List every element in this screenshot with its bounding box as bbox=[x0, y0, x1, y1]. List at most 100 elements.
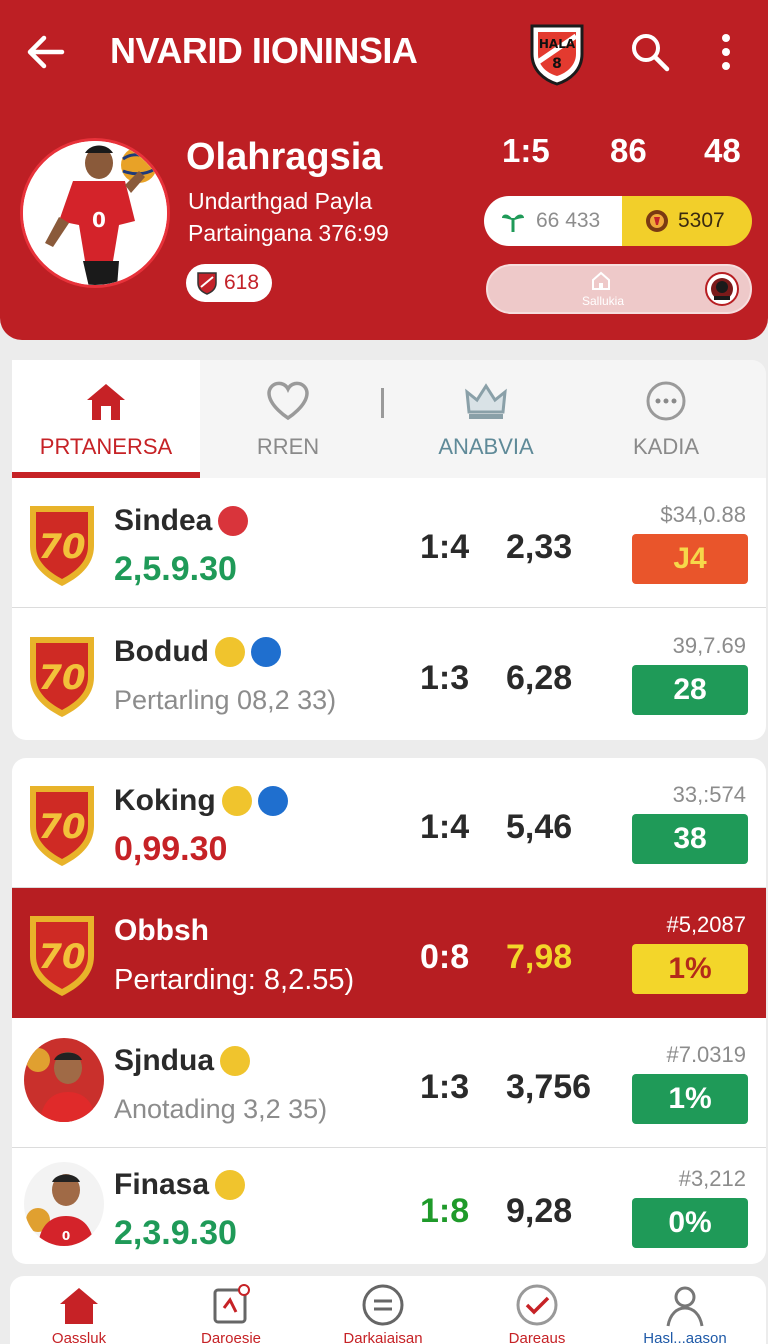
standings-list-top: 70 Sindea 2,5.9.30 1:4 2,33 $34,0.88 J4 … bbox=[12, 478, 766, 740]
user-icon bbox=[666, 1286, 704, 1327]
list-item[interactable]: 70 Sindea 2,5.9.30 1:4 2,33 $34,0.88 J4 bbox=[12, 478, 766, 608]
team-points: 2,3.9.30 bbox=[114, 1214, 237, 1252]
match-score: 1:4 bbox=[420, 808, 470, 846]
list-item[interactable]: Sjndua Anotading 3,2 35) 1:3 3,756 #7.03… bbox=[12, 1018, 766, 1148]
home-icon bbox=[60, 1288, 98, 1324]
team-name: Sindea bbox=[114, 504, 249, 538]
player-avatar bbox=[24, 1038, 104, 1122]
home-outline-icon bbox=[592, 271, 610, 290]
star-badge-icon bbox=[218, 506, 249, 536]
team-points: 0,99.30 bbox=[114, 830, 228, 868]
svg-text:70: 70 bbox=[38, 807, 85, 847]
tab-kadia[interactable]: KADIA bbox=[578, 360, 754, 478]
standings-list-bottom: 70 Koking 0,99.30 1:4 5,46 33,:574 38 70… bbox=[12, 758, 766, 1264]
team-name-label: Obbsh bbox=[114, 914, 209, 947]
percent-badge[interactable]: 1% bbox=[632, 1074, 748, 1124]
back-arrow-icon[interactable] bbox=[22, 28, 70, 76]
nav-label: Oassluk bbox=[51, 1330, 107, 1344]
profile-name: Olahragsia bbox=[186, 136, 383, 178]
balance-pill[interactable]: 66 433 bbox=[484, 196, 634, 246]
nav-item-dareaus[interactable]: Dareaus bbox=[462, 1282, 612, 1344]
app-title: NVARID IIONINSIA bbox=[110, 30, 418, 71]
match-score: 0:8 bbox=[420, 938, 470, 976]
team-name-label: Finasa bbox=[114, 1168, 210, 1201]
more-vertical-icon[interactable] bbox=[712, 28, 740, 76]
list-item[interactable]: 70 Bodud Pertarling 08,2 33) 1:3 6,28 39… bbox=[12, 609, 766, 739]
svg-text:70: 70 bbox=[38, 658, 85, 698]
home-icon bbox=[87, 384, 125, 420]
team-detail: Pertarling 08,2 33) bbox=[114, 685, 337, 715]
list-item-highlighted[interactable]: 70 Obbsh Pertarding: 8,2.55) 0:8 7,98 #5… bbox=[12, 888, 766, 1018]
price-value: 33,:574 bbox=[672, 782, 746, 807]
list-item[interactable]: 70 Koking 0,99.30 1:4 5,46 33,:574 38 bbox=[12, 758, 766, 888]
svg-text:70: 70 bbox=[38, 527, 85, 567]
tab-label: PRTANERSA bbox=[39, 434, 173, 459]
team-name: Koking bbox=[114, 784, 288, 818]
svg-text:0: 0 bbox=[62, 1229, 70, 1243]
nav-item-darkaiaisan[interactable]: Darkaiaisan bbox=[308, 1282, 458, 1344]
tab-anabvia[interactable]: ANABVIA bbox=[398, 360, 574, 478]
price-value: #7.0319 bbox=[666, 1042, 746, 1067]
star-badge-icon bbox=[250, 637, 281, 667]
percent-badge[interactable]: 1% bbox=[632, 944, 748, 994]
svg-text:8: 8 bbox=[552, 56, 562, 72]
match-odds: 6,28 bbox=[506, 659, 573, 697]
team-detail: Anotading 3,2 35) bbox=[114, 1094, 328, 1124]
percent-badge[interactable]: J4 bbox=[632, 534, 748, 584]
nav-label: Darkaiaisan bbox=[343, 1330, 423, 1344]
nav-item-oassluk[interactable]: Oassluk bbox=[4, 1282, 154, 1344]
match-score: 1:3 bbox=[420, 659, 470, 697]
team-name-label: Sindea bbox=[114, 504, 213, 537]
tab-label: ANABVIA bbox=[438, 434, 534, 459]
team-name: Obbsh bbox=[114, 914, 209, 948]
nav-item-profile[interactable]: Hasl...aason bbox=[610, 1282, 760, 1344]
more-circle-icon bbox=[646, 381, 686, 421]
team-shield-icon: 70 bbox=[30, 506, 94, 586]
team-name: Sjndua bbox=[114, 1044, 251, 1078]
calendar-icon bbox=[213, 1284, 250, 1324]
player-photo-image: 0 bbox=[23, 141, 167, 285]
tab-rren[interactable]: RREN bbox=[200, 360, 376, 478]
coins-value: 5307 bbox=[678, 209, 725, 232]
star-badge-icon bbox=[257, 786, 288, 816]
player-avatar: 0 bbox=[24, 1162, 104, 1246]
equals-circle-icon bbox=[362, 1284, 404, 1326]
price-value: #3,212 bbox=[678, 1166, 746, 1191]
search-icon[interactable] bbox=[628, 30, 672, 74]
team-badge-icon[interactable] bbox=[700, 269, 744, 309]
app-header: NVARID IIONINSIA HALA 8 0 Olahragsia Und… bbox=[0, 0, 768, 340]
percent-badge[interactable]: 28 bbox=[632, 665, 748, 715]
list-item[interactable]: 0 Finasa 2,3.9.30 1:8 9,28 #3,212 0% bbox=[12, 1142, 766, 1272]
match-score: 1:3 bbox=[420, 1068, 470, 1106]
profile-subtitle: Undarthgad Payla bbox=[188, 188, 373, 214]
tab-prtanersa[interactable]: PRTANERSA bbox=[12, 360, 200, 478]
tab-divider bbox=[381, 388, 384, 418]
team-shield-icon: 70 bbox=[30, 786, 94, 866]
crown-icon bbox=[465, 383, 507, 419]
percent-badge[interactable]: 0% bbox=[632, 1198, 748, 1248]
profile-chip[interactable]: 618 bbox=[186, 264, 272, 302]
balance-value: 66 433 bbox=[536, 209, 601, 232]
nav-item-daroesie[interactable]: Daroesie bbox=[156, 1282, 306, 1344]
profile-chip-value: 618 bbox=[224, 271, 260, 294]
bottom-navigation: Oassluk Daroesie Darkaiaisan Dareaus Has… bbox=[10, 1276, 766, 1344]
profile-avatar[interactable]: 0 bbox=[20, 138, 170, 288]
check-circle-icon bbox=[516, 1284, 558, 1326]
match-odds: 5,46 bbox=[506, 808, 573, 846]
club-logo[interactable]: HALA 8 bbox=[528, 22, 586, 86]
stat-value: 1:5 bbox=[502, 132, 550, 169]
star-badge-icon bbox=[215, 1170, 246, 1200]
coins-pill[interactable]: 5307 bbox=[622, 196, 752, 246]
coin-badge-icon bbox=[646, 210, 668, 232]
team-shield-icon: 70 bbox=[30, 637, 94, 717]
profile-detail: Partaingana 376:99 bbox=[188, 220, 389, 246]
shield-icon bbox=[197, 272, 217, 295]
team-detail: Pertarding: 8,2.55) bbox=[114, 964, 355, 996]
price-value: $34,0.88 bbox=[660, 502, 746, 527]
percent-badge[interactable]: 38 bbox=[632, 814, 748, 864]
team-name: Bodud bbox=[114, 635, 281, 669]
team-name-label: Koking bbox=[114, 784, 216, 817]
star-badge-icon bbox=[214, 637, 245, 667]
quick-action-bar[interactable]: Sallukia bbox=[486, 264, 752, 314]
tab-label: KADIA bbox=[632, 434, 700, 459]
